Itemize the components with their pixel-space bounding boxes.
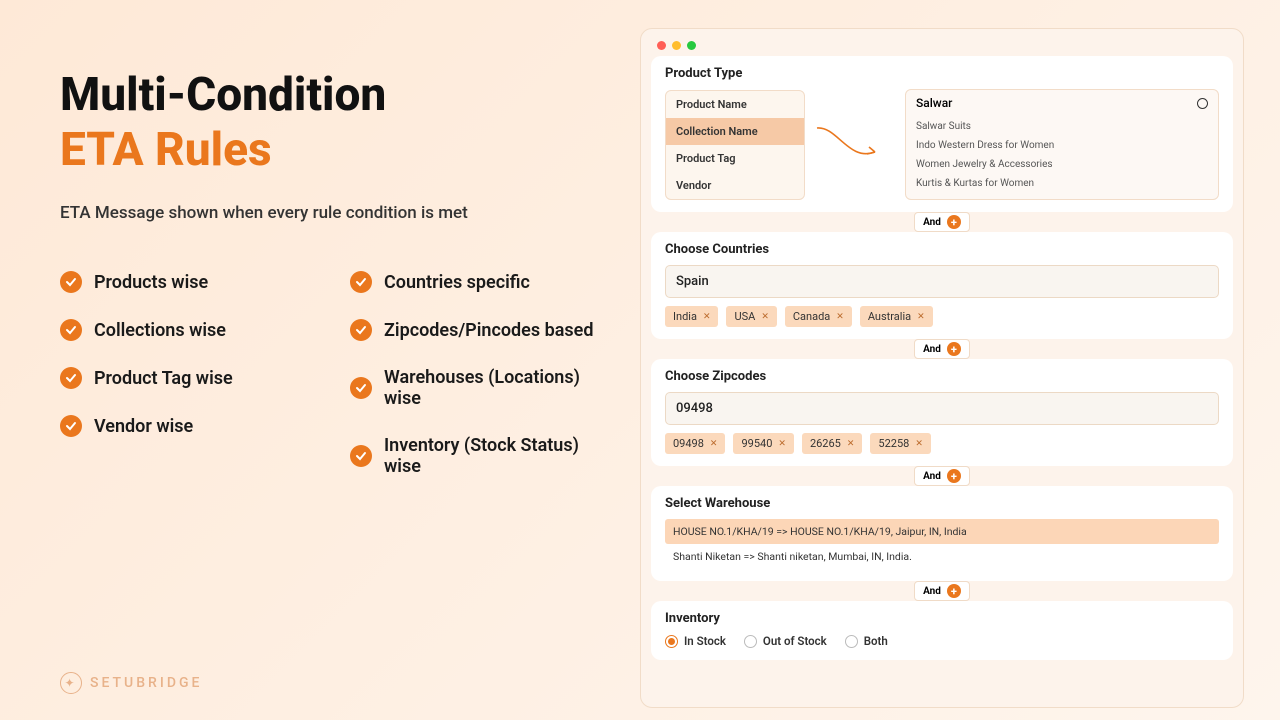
product-type-list: Product NameCollection NameProduct TagVe… xyxy=(665,90,805,200)
country-chip[interactable]: Canada✕ xyxy=(785,306,852,327)
feature-item: Product Tag wise xyxy=(60,367,330,389)
and-connector: And+ xyxy=(914,212,970,232)
inventory-card: Inventory In Stock Out of Stock Both xyxy=(651,601,1233,660)
product-search-panel: Salwar Salwar SuitsIndo Western Dress fo… xyxy=(905,89,1219,200)
check-icon xyxy=(350,319,372,341)
check-icon xyxy=(350,377,372,399)
left-panel: Multi-Condition ETA Rules ETA Message sh… xyxy=(0,0,640,720)
countries-card: Choose Countries Spain India✕ USA✕ Canada✕… xyxy=(651,232,1233,339)
inventory-radio[interactable]: Out of Stock xyxy=(744,634,827,648)
product-type-option[interactable]: Product Name xyxy=(666,91,804,118)
warehouse-title: Select Warehouse xyxy=(665,496,1219,511)
remove-chip-icon[interactable]: ✕ xyxy=(778,439,786,449)
zipcode-chip[interactable]: 99540✕ xyxy=(733,433,793,454)
radio-icon xyxy=(665,635,678,648)
check-icon xyxy=(350,271,372,293)
add-rule-button[interactable]: + xyxy=(947,469,961,483)
radio-icon xyxy=(744,635,757,648)
feature-item: Vendor wise xyxy=(60,415,330,437)
feature-item: Inventory (Stock Status) wise xyxy=(350,435,620,477)
zipcodes-card: Choose Zipcodes 09498 09498✕ 99540✕ 26265✕… xyxy=(651,359,1233,466)
zipcodes-title: Choose Zipcodes xyxy=(665,369,1219,384)
feature-item: Products wise xyxy=(60,271,330,293)
product-type-option[interactable]: Product Tag xyxy=(666,145,804,172)
countries-input[interactable]: Spain xyxy=(665,265,1219,298)
arrow-icon xyxy=(815,122,895,168)
remove-chip-icon[interactable]: ✕ xyxy=(847,439,855,449)
search-suggestion-item[interactable]: Salwar Suits xyxy=(916,117,1208,136)
feature-item: Collections wise xyxy=(60,319,330,341)
product-type-option[interactable]: Vendor xyxy=(666,172,804,199)
feature-grid: Products wise Collections wise Product Tag… xyxy=(60,271,620,477)
close-dot-icon[interactable] xyxy=(657,41,666,50)
radio-icon xyxy=(845,635,858,648)
country-chip[interactable]: USA✕ xyxy=(726,306,776,327)
remove-chip-icon[interactable]: ✕ xyxy=(836,312,844,322)
inventory-radio[interactable]: In Stock xyxy=(665,634,726,648)
check-icon xyxy=(60,319,82,341)
remove-chip-icon[interactable]: ✕ xyxy=(761,312,769,322)
feature-item: Zipcodes/Pincodes based xyxy=(350,319,620,341)
and-connector: And+ xyxy=(914,581,970,601)
add-rule-button[interactable]: + xyxy=(947,342,961,356)
remove-chip-icon[interactable]: ✕ xyxy=(915,439,923,449)
product-type-option[interactable]: Collection Name xyxy=(666,118,804,145)
country-chip[interactable]: India✕ xyxy=(665,306,718,327)
and-connector: And+ xyxy=(914,466,970,486)
search-suggestion-item[interactable]: Indo Western Dress for Women xyxy=(916,136,1208,155)
subtitle: ETA Message shown when every rule condit… xyxy=(60,203,620,223)
inventory-title: Inventory xyxy=(665,611,1219,626)
feature-item: Warehouses (Locations) wise xyxy=(350,367,620,409)
brand-logo-icon: ✦ xyxy=(60,672,82,694)
brand-footer: ✦ SETUBRIDGE xyxy=(60,672,202,694)
zipcodes-input[interactable]: 09498 xyxy=(665,392,1219,425)
title-line-2: ETA Rules xyxy=(60,125,620,176)
zipcode-chip[interactable]: 26265✕ xyxy=(802,433,862,454)
warehouse-row[interactable]: Shanti Niketan => Shanti niketan, Mumbai… xyxy=(665,544,1219,569)
search-suggestions: Salwar SuitsIndo Western Dress for Women… xyxy=(916,117,1208,193)
search-suggestion-item[interactable]: Women Jewelry & Accessories xyxy=(916,155,1208,174)
remove-chip-icon[interactable]: ✕ xyxy=(917,312,925,322)
warehouse-row[interactable]: HOUSE NO.1/KHA/19 => HOUSE NO.1/KHA/19, … xyxy=(665,519,1219,544)
minimize-dot-icon[interactable] xyxy=(672,41,681,50)
add-rule-button[interactable]: + xyxy=(947,584,961,598)
countries-title: Choose Countries xyxy=(665,242,1219,257)
brand-name: SETUBRIDGE xyxy=(90,675,202,691)
zipcode-chip[interactable]: 09498✕ xyxy=(665,433,725,454)
check-icon xyxy=(60,271,82,293)
check-icon xyxy=(60,415,82,437)
feature-item: Countries specific xyxy=(350,271,620,293)
product-type-title: Product Type xyxy=(665,66,1219,81)
remove-chip-icon[interactable]: ✕ xyxy=(703,312,711,322)
add-rule-button[interactable]: + xyxy=(947,215,961,229)
country-chip[interactable]: Australia✕ xyxy=(860,306,933,327)
product-search-input[interactable]: Salwar xyxy=(916,96,1208,110)
zipcode-chip[interactable]: 52258✕ xyxy=(870,433,930,454)
inventory-radio[interactable]: Both xyxy=(845,634,888,648)
check-icon xyxy=(350,445,372,467)
and-connector: And+ xyxy=(914,339,970,359)
config-window: Product Type Product NameCollection Name… xyxy=(640,28,1244,708)
remove-chip-icon[interactable]: ✕ xyxy=(710,439,718,449)
warehouse-card: Select Warehouse HOUSE NO.1/KHA/19 => HO… xyxy=(651,486,1233,581)
product-type-card: Product Type Product NameCollection Name… xyxy=(651,56,1233,212)
check-icon xyxy=(60,367,82,389)
maximize-dot-icon[interactable] xyxy=(687,41,696,50)
window-traffic-lights xyxy=(651,37,1233,56)
search-suggestion-item[interactable]: Kurtis & Kurtas for Women xyxy=(916,174,1208,193)
title-line-1: Multi-Condition xyxy=(60,70,620,121)
